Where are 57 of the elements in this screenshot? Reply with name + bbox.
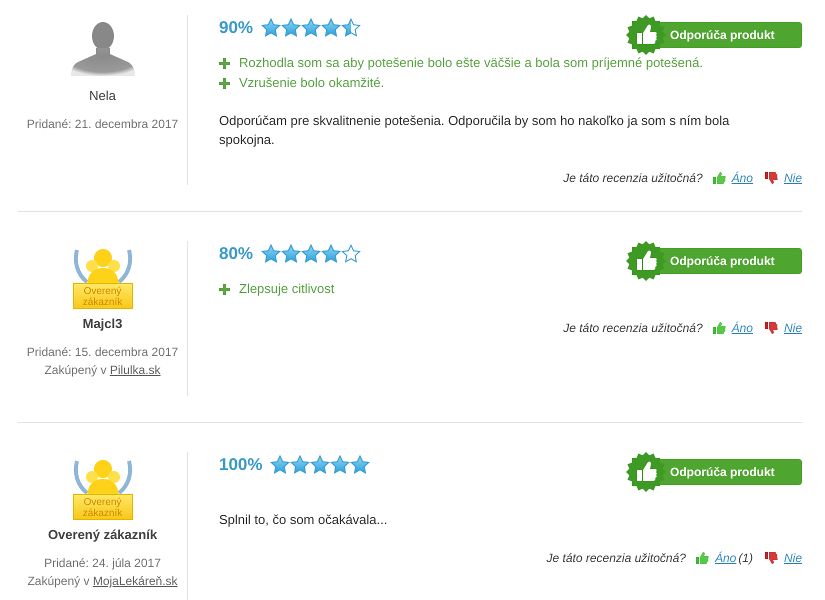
rating-percent: 90% (219, 18, 254, 38)
yes-count: (1) (738, 551, 753, 565)
helpful-question: Je táto recenzia užitočná? (563, 321, 703, 335)
author-name: Majcl3 (82, 316, 122, 331)
thumbs-down-icon (764, 552, 778, 564)
dislike-link[interactable]: Nie (784, 551, 802, 565)
plus-icon (219, 78, 230, 88)
date-added: Pridané: 15. decembra 2017 (26, 344, 178, 361)
dislike-link[interactable]: Nie (784, 321, 802, 335)
review-text: Splnil to, čo som očakávala... (219, 511, 388, 529)
pro-point: Rozhodla som sa aby potešenie bolo ešte väčšie a bola som príjemné potešená. (239, 54, 703, 72)
like-link[interactable]: Áno (732, 171, 753, 185)
thumbs-up-icon (626, 241, 666, 281)
verified-customer-badge: Overený zákazník (72, 455, 132, 523)
shop-link[interactable]: MojaLekáreň.sk (92, 574, 178, 588)
verified-customer-badge: Overený zákazník (72, 244, 132, 312)
thumbs-up-icon (712, 172, 726, 184)
star-icon (341, 244, 362, 264)
star-icon (330, 455, 350, 475)
thumbs-down-icon (764, 322, 778, 334)
star-icon (261, 244, 282, 264)
star-icon (321, 18, 342, 38)
author-name: Overený zákazník (48, 527, 158, 542)
star-icon (290, 455, 310, 475)
rating-percent: 80% (219, 244, 254, 264)
purchased-label: Zakúpený v (27, 574, 90, 588)
thumbs-up-icon (626, 15, 666, 55)
star-icon (281, 244, 302, 264)
star-icon (321, 244, 342, 264)
star-icon (350, 455, 370, 475)
star-icon (310, 455, 330, 475)
thumbs-up-icon (626, 452, 666, 492)
star-icon (301, 244, 322, 264)
date-added: Pridané: 21. decembra 2017 (26, 116, 178, 133)
date-added: Pridané: 24. júla 2017 (44, 555, 161, 572)
review-text: Odporúčam pre skvalitnenie potešenia. Odporučila by som ho nakoľko ja som s ním bola spokojna. (219, 112, 730, 149)
star-icon (261, 18, 282, 38)
star-icon (281, 18, 302, 38)
star-icon (341, 18, 362, 38)
like-link[interactable]: Áno (732, 321, 753, 335)
dislike-link[interactable]: Nie (784, 171, 802, 185)
helpful-question: Je táto recenzia užitočná? (546, 551, 686, 565)
rating-percent: 100% (219, 455, 262, 475)
plus-icon (219, 284, 230, 294)
thumbs-up-icon (696, 552, 709, 564)
star-icon (301, 18, 322, 38)
thumbs-up-icon (712, 322, 726, 334)
star-icon (270, 455, 290, 475)
helpful-question: Je táto recenzia užitočná? (563, 171, 703, 185)
pro-point: Zlepsuje citlivost (239, 280, 334, 298)
pro-point: Vzrušenie bolo okamžité. (239, 74, 384, 92)
thumbs-down-icon (764, 172, 778, 184)
shop-link[interactable]: Pilulka.sk (110, 363, 161, 377)
author-name: Nela (89, 88, 116, 103)
like-link[interactable]: Áno (714, 551, 736, 565)
purchased-label: Zakúpený v (44, 363, 106, 377)
plus-icon (219, 58, 230, 68)
